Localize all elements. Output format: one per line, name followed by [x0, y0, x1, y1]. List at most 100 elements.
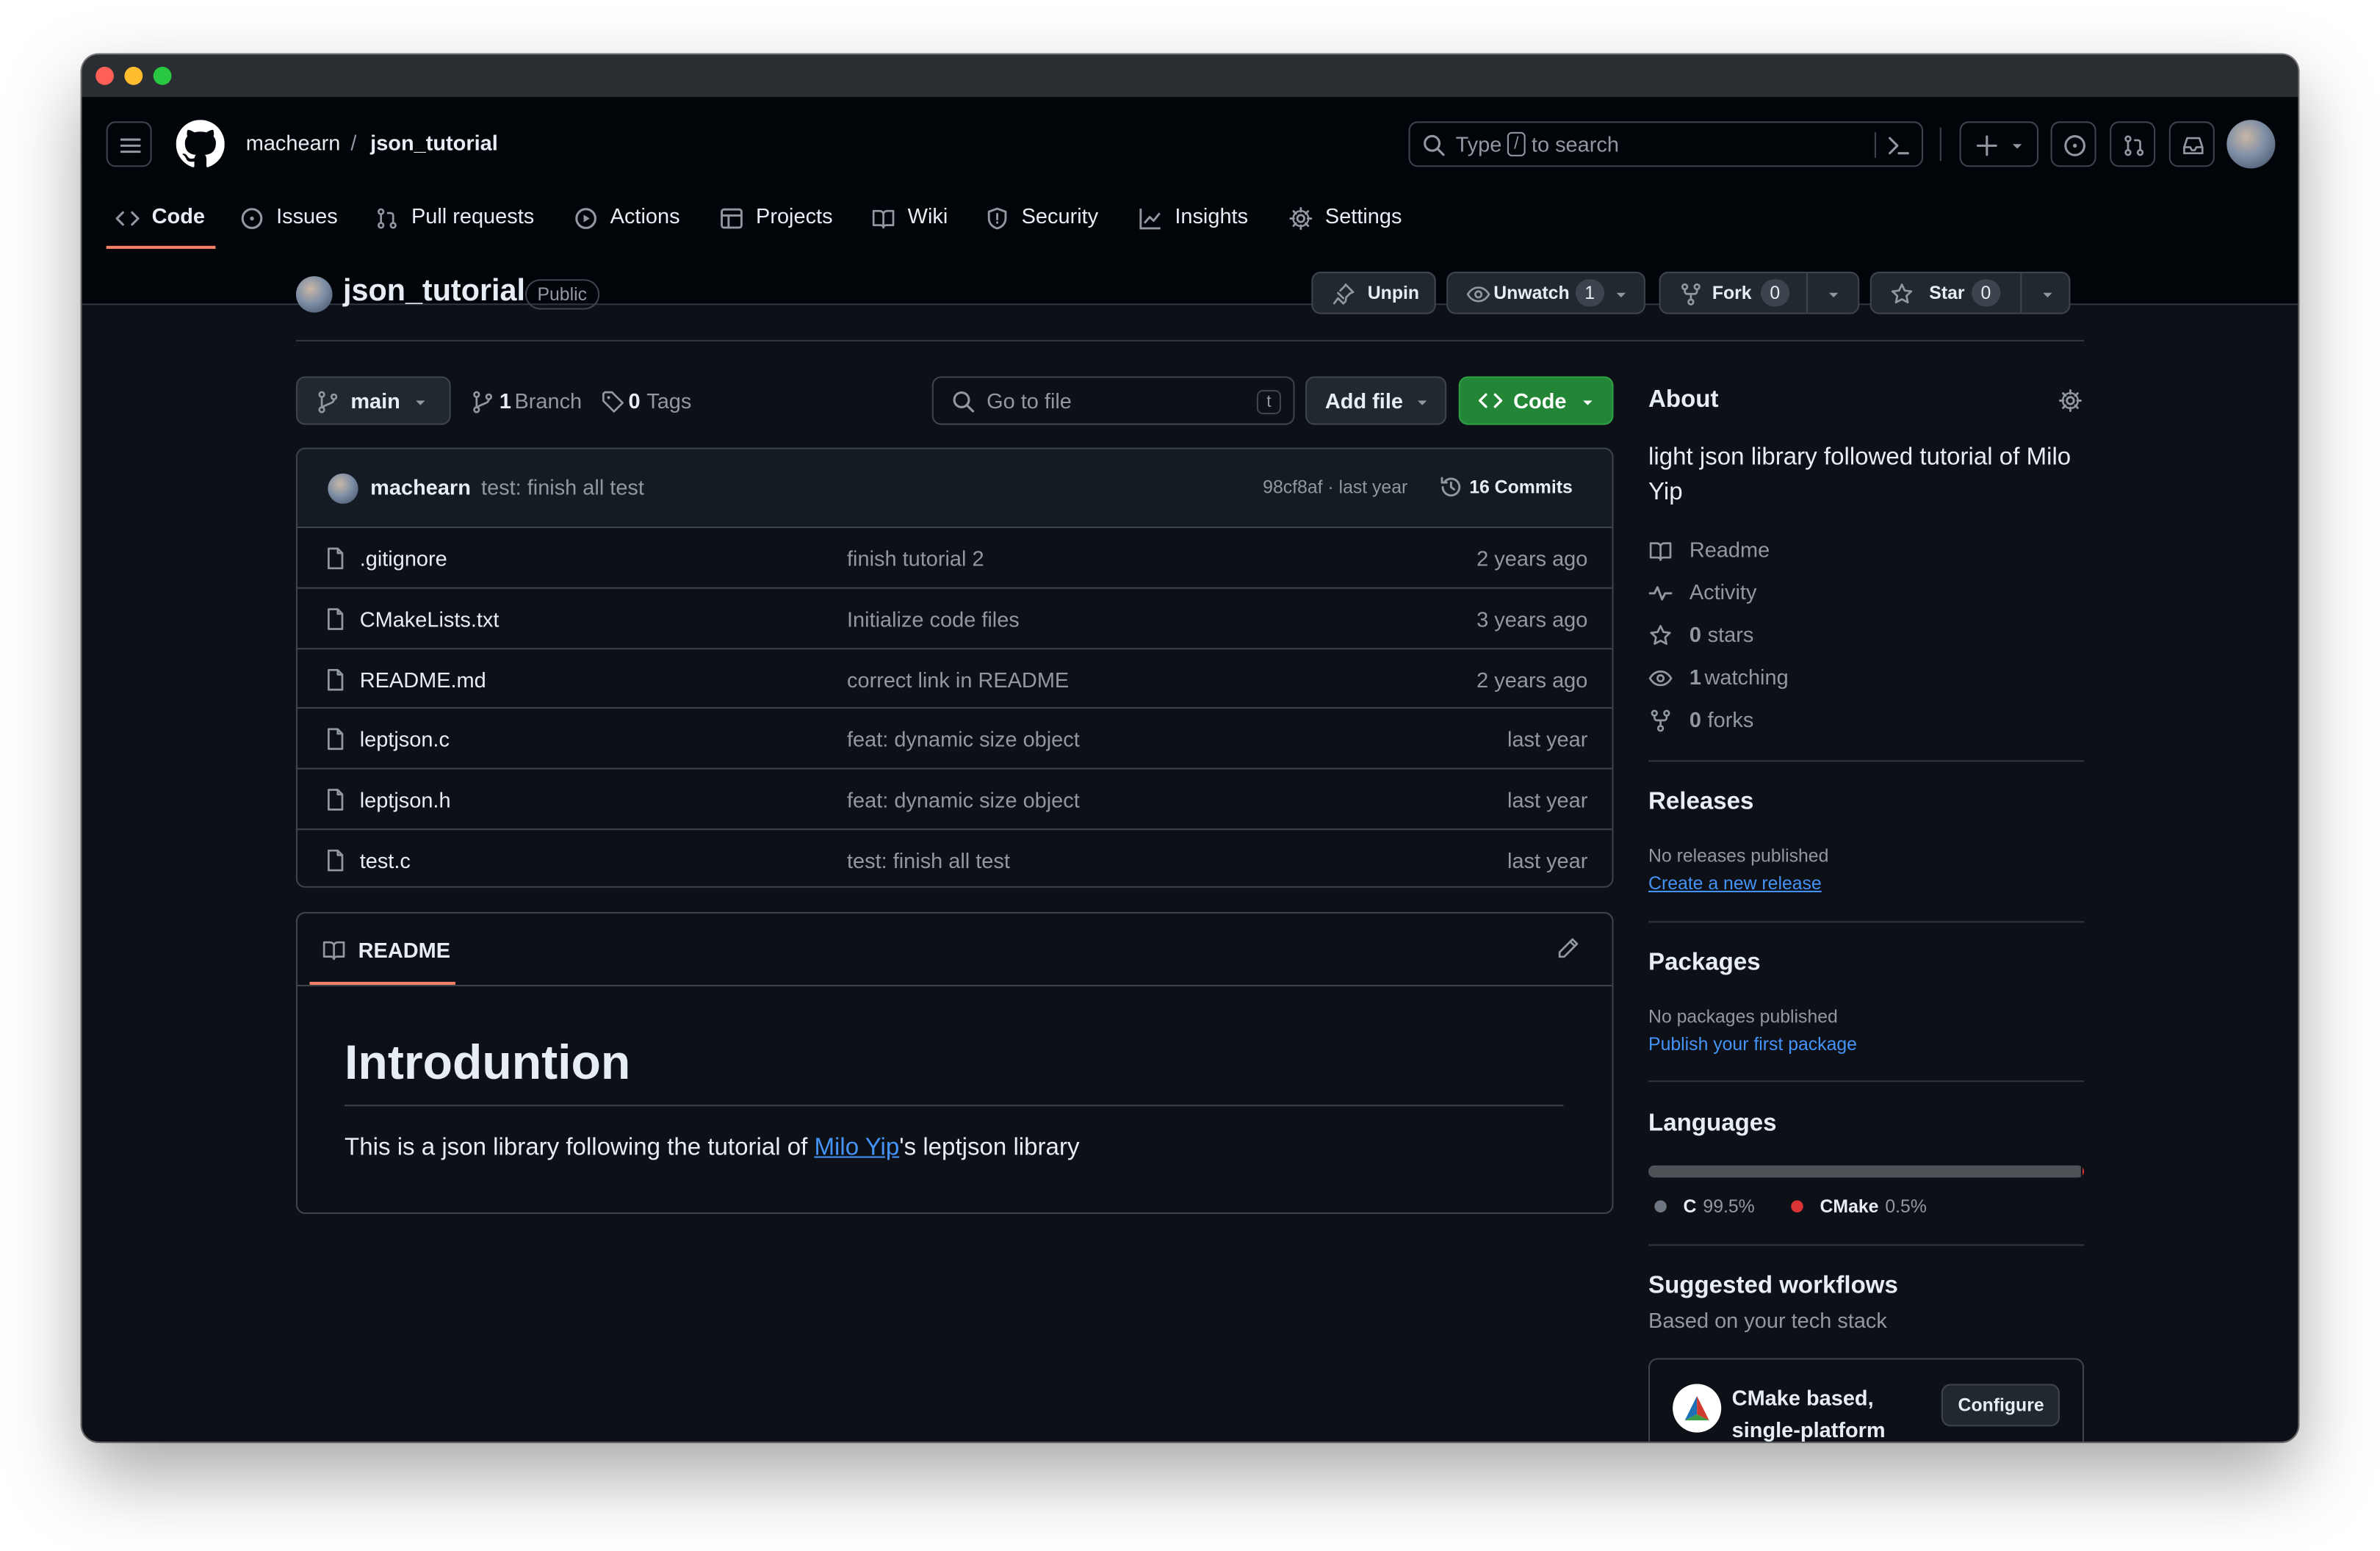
- commit-hash-time[interactable]: 98cf8af · last year: [1263, 477, 1407, 498]
- repo-owner-avatar: [295, 276, 333, 313]
- publish-package-link[interactable]: Publish your first package: [1648, 1033, 1857, 1055]
- readme-tab[interactable]: README: [358, 938, 450, 962]
- about-watching-count: 1: [1689, 665, 1701, 690]
- breadcrumb-separator: /: [350, 130, 357, 155]
- unwatch-button[interactable]: Unwatch 1: [1446, 271, 1645, 314]
- language-percent-cmake: 0.5%: [1885, 1196, 1927, 1218]
- create-release-link[interactable]: Create a new release: [1648, 872, 1822, 894]
- issues-button[interactable]: [2050, 121, 2096, 167]
- close-window-button[interactable]: [95, 66, 114, 85]
- file-row[interactable]: README.md correct link in README 2 years…: [298, 648, 1612, 709]
- language-percent-c: 99.5%: [1703, 1196, 1755, 1218]
- search-input[interactable]: Type / to search: [1408, 121, 1924, 167]
- triangle-down-icon[interactable]: [1825, 285, 1843, 303]
- create-new-button[interactable]: [1959, 121, 2039, 167]
- readme-heading: Introduntion: [345, 1035, 631, 1090]
- commit-message[interactable]: test: finish all test: [481, 475, 644, 499]
- file-commit-message[interactable]: feat: dynamic size object: [847, 787, 1080, 811]
- tag-label: Tags: [646, 388, 692, 413]
- language-bar-segment-cmake: [2082, 1165, 2085, 1178]
- file-time: 3 years ago: [1476, 607, 1588, 632]
- watch-count: 1: [1575, 279, 1604, 307]
- table-icon: [721, 208, 743, 229]
- readme-panel: README Introduntion This is a json libra…: [295, 911, 1614, 1215]
- file-commit-message[interactable]: finish tutorial 2: [847, 546, 984, 571]
- shield-icon: [987, 207, 1007, 230]
- commits-link[interactable]: 16 Commits: [1469, 477, 1573, 498]
- packages-heading[interactable]: Packages: [1648, 950, 1761, 977]
- file-row[interactable]: .gitignore finish tutorial 2 2 years ago: [298, 527, 1612, 588]
- header-divider: [1939, 127, 1941, 162]
- file-name[interactable]: .gitignore: [360, 546, 447, 571]
- tab-insights-label: Insights: [1175, 203, 1249, 228]
- tab-projects-label: Projects: [756, 203, 833, 228]
- github-logo-icon[interactable]: [176, 120, 225, 168]
- fork-button[interactable]: Fork 0: [1659, 271, 1860, 314]
- add-file-button[interactable]: Add file: [1305, 376, 1447, 425]
- triangle-down-icon: [416, 400, 425, 405]
- file-commit-message[interactable]: Initialize code files: [847, 607, 1020, 632]
- file-time: last year: [1507, 787, 1588, 812]
- unpin-button[interactable]: Unpin: [1311, 271, 1436, 314]
- languages-divider: [1648, 1244, 2085, 1246]
- file-name[interactable]: CMakeLists.txt: [360, 607, 500, 632]
- star-button[interactable]: Star 0: [1869, 271, 2071, 314]
- milo-yip-link[interactable]: Milo Yip: [815, 1135, 900, 1161]
- cmake-logo: [1673, 1384, 1722, 1433]
- command-palette-icon[interactable]: [1886, 134, 1911, 158]
- releases-heading[interactable]: Releases: [1648, 789, 1753, 816]
- code-button[interactable]: Code: [1458, 376, 1614, 425]
- menu-button[interactable]: [106, 121, 152, 167]
- repo-nav: Code Issues Pull requests Actions Projec…: [106, 191, 1776, 255]
- unwatch-label: Unwatch: [1493, 282, 1570, 304]
- file-commit-message[interactable]: test: finish all test: [847, 848, 1010, 872]
- breadcrumb-owner[interactable]: machearn: [246, 131, 341, 155]
- about-forks-count: 0: [1689, 706, 1701, 731]
- file-row[interactable]: leptjson.c feat: dynamic size object las…: [298, 706, 1612, 768]
- zoom-window-button[interactable]: [153, 66, 172, 85]
- pencil-icon[interactable]: [1556, 936, 1580, 961]
- commit-author[interactable]: machearn: [370, 475, 471, 499]
- pull-requests-button[interactable]: [2110, 121, 2156, 167]
- readme-text-after: 's leptjson library: [899, 1135, 1080, 1161]
- about-description-line2: Yip: [1648, 479, 1683, 506]
- branch-selector[interactable]: main: [295, 376, 451, 425]
- unpin-label: Unpin: [1367, 282, 1420, 304]
- file-row[interactable]: CMakeLists.txt Initialize code files 3 y…: [298, 587, 1612, 648]
- file-name[interactable]: leptjson.c: [360, 727, 450, 751]
- user-avatar[interactable]: [2226, 120, 2276, 169]
- pull-request-icon: [2124, 135, 2144, 156]
- language-dot-c: [1654, 1200, 1667, 1212]
- file-name[interactable]: test.c: [360, 848, 411, 872]
- file-name[interactable]: leptjson.h: [360, 787, 451, 811]
- file-row[interactable]: test.c test: finish all test last year: [298, 828, 1612, 886]
- file-icon: [328, 668, 344, 691]
- graph-icon: [1139, 209, 1161, 230]
- plus-icon: [1976, 135, 1997, 156]
- workflows-heading: Suggested workflows: [1648, 1273, 1898, 1299]
- file-commit-message[interactable]: feat: dynamic size object: [847, 727, 1080, 751]
- tab-code-label: Code: [151, 203, 205, 228]
- configure-button[interactable]: Configure: [1941, 1384, 2060, 1427]
- file-icon: [328, 789, 344, 811]
- file-row[interactable]: leptjson.h feat: dynamic size object las…: [298, 767, 1612, 829]
- about-stars-count: 0: [1689, 622, 1701, 647]
- inbox-button[interactable]: [2168, 121, 2215, 167]
- triangle-down-icon[interactable]: [2038, 285, 2057, 303]
- file-time: 2 years ago: [1476, 546, 1588, 571]
- tab-pull-requests-label: Pull requests: [411, 203, 535, 228]
- tag-icon: [602, 391, 624, 413]
- language-dot-cmake: [1791, 1200, 1803, 1212]
- go-to-file-input[interactable]: Go to file t: [931, 376, 1295, 425]
- gear-icon[interactable]: [2058, 388, 2082, 413]
- file-name[interactable]: README.md: [360, 668, 486, 692]
- about-description-line1: light json library followed tutorial of …: [1648, 444, 2071, 471]
- file-commit-message[interactable]: correct link in README: [847, 668, 1069, 692]
- breadcrumb-repo[interactable]: json_tutorial: [370, 131, 498, 155]
- repo-name[interactable]: json_tutorial: [343, 275, 525, 310]
- tab-issues-label: Issues: [276, 203, 338, 228]
- active-tab-underline: [106, 245, 216, 249]
- go-to-file-placeholder: Go to file: [987, 388, 1072, 413]
- minimize-window-button[interactable]: [124, 66, 143, 85]
- workflows-subtitle: Based on your tech stack: [1648, 1308, 1887, 1333]
